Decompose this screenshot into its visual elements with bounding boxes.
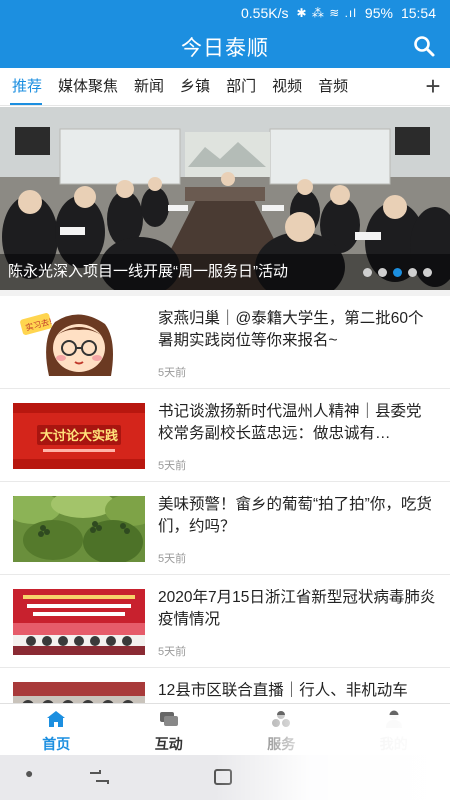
news-time: 5天前 — [158, 367, 187, 379]
channel-tabs: 推荐 媒体聚焦 新闻 乡镇 部门 视频 音频 + — [0, 68, 450, 106]
carousel-dot[interactable] — [423, 268, 432, 277]
news-item[interactable]: 实习去! 家燕归巢｜@泰籍大学生，第二批60个暑期实践岗位等你来报名~ 5天前 — [0, 296, 450, 389]
cartoon-girl-image: 实习去! — [13, 310, 145, 376]
red-banner-image: 大讨论大实践 — [13, 403, 145, 469]
news-item[interactable]: 2020年7月15日浙江省新型冠状病毒肺炎疫情情况 5天前 — [0, 575, 450, 668]
news-title: 2020年7月15日浙江省新型冠状病毒肺炎疫情情况 — [158, 589, 436, 628]
nav-label: 互动 — [154, 736, 183, 752]
tab-towns[interactable]: 乡镇 — [172, 68, 218, 105]
nav-home[interactable]: 首页 — [0, 704, 113, 755]
news-thumbnail — [13, 589, 145, 655]
news-time: 5天前 — [158, 460, 187, 472]
tab-recommend[interactable]: 推荐 — [0, 68, 50, 105]
tab-departments[interactable]: 部门 — [218, 68, 264, 105]
tab-media-focus[interactable]: 媒体聚焦 — [50, 68, 126, 105]
news-thumbnail: 大讨论大实践 — [13, 403, 145, 469]
carousel-dots — [363, 268, 432, 277]
app-title: 今日泰顺 — [181, 37, 269, 60]
recent-apps-icon[interactable] — [88, 769, 110, 785]
screenshot-fade-overlay — [215, 715, 450, 800]
status-icons: ✱ ⁂ ≋ .ıl — [296, 6, 357, 20]
tab-audio[interactable]: 音频 — [310, 68, 356, 105]
search-icon[interactable] — [412, 34, 436, 58]
news-thumbnail — [13, 496, 145, 562]
news-title: 美味预警！畲乡的葡萄“拍了拍”你，吃货们，约吗？ — [158, 496, 432, 535]
network-speed: 0.55K/s — [240, 5, 289, 21]
carousel-dot-active[interactable] — [393, 268, 402, 277]
news-title: 12县市区联合直播｜行人、非机动车 — [158, 682, 408, 699]
stage-banner-image — [13, 589, 145, 655]
chat-icon — [159, 712, 178, 726]
dot-icon[interactable]: ● — [25, 765, 33, 781]
carousel-dot[interactable] — [408, 268, 417, 277]
thumbnail-text: 大讨论大实践 — [40, 428, 118, 444]
news-title: 家燕归巢｜@泰籍大学生，第二批60个暑期实践岗位等你来报名~ — [158, 310, 424, 349]
featured-banner[interactable]: 陈永光深入项目一线开展“周一服务日”活动 — [0, 107, 450, 290]
news-time: 5天前 — [158, 553, 187, 565]
news-item[interactable]: 大讨论大实践 书记谈激扬新时代温州人精神｜县委党校常务副校长蓝忠远：做忠诚有… … — [0, 389, 450, 482]
carousel-dot[interactable] — [363, 268, 372, 277]
app-header: 今日泰顺 — [0, 26, 450, 68]
clock: 15:54 — [400, 5, 436, 21]
news-thumbnail: 实习去! — [13, 310, 145, 376]
home-icon — [47, 711, 66, 727]
nav-label: 首页 — [42, 736, 71, 752]
news-item[interactable]: 美味预警！畲乡的葡萄“拍了拍”你，吃货们，约吗？ 5天前 — [0, 482, 450, 575]
add-tab-icon[interactable]: + — [416, 68, 450, 105]
tab-video[interactable]: 视频 — [264, 68, 310, 105]
news-list: 实习去! 家燕归巢｜@泰籍大学生，第二批60个暑期实践岗位等你来报名~ 5天前 … — [0, 296, 450, 761]
tab-news[interactable]: 新闻 — [126, 68, 172, 105]
news-title: 书记谈激扬新时代温州人精神｜县委党校常务副校长蓝忠远：做忠诚有… — [158, 403, 422, 442]
grape-vines-image — [13, 496, 145, 562]
nav-interact[interactable]: 互动 — [113, 704, 226, 755]
battery-level: 95% — [364, 5, 393, 21]
news-time: 5天前 — [158, 646, 187, 658]
status-bar: 0.55K/s ✱ ⁂ ≋ .ıl 95% 15:54 — [0, 0, 450, 26]
carousel-dot[interactable] — [378, 268, 387, 277]
